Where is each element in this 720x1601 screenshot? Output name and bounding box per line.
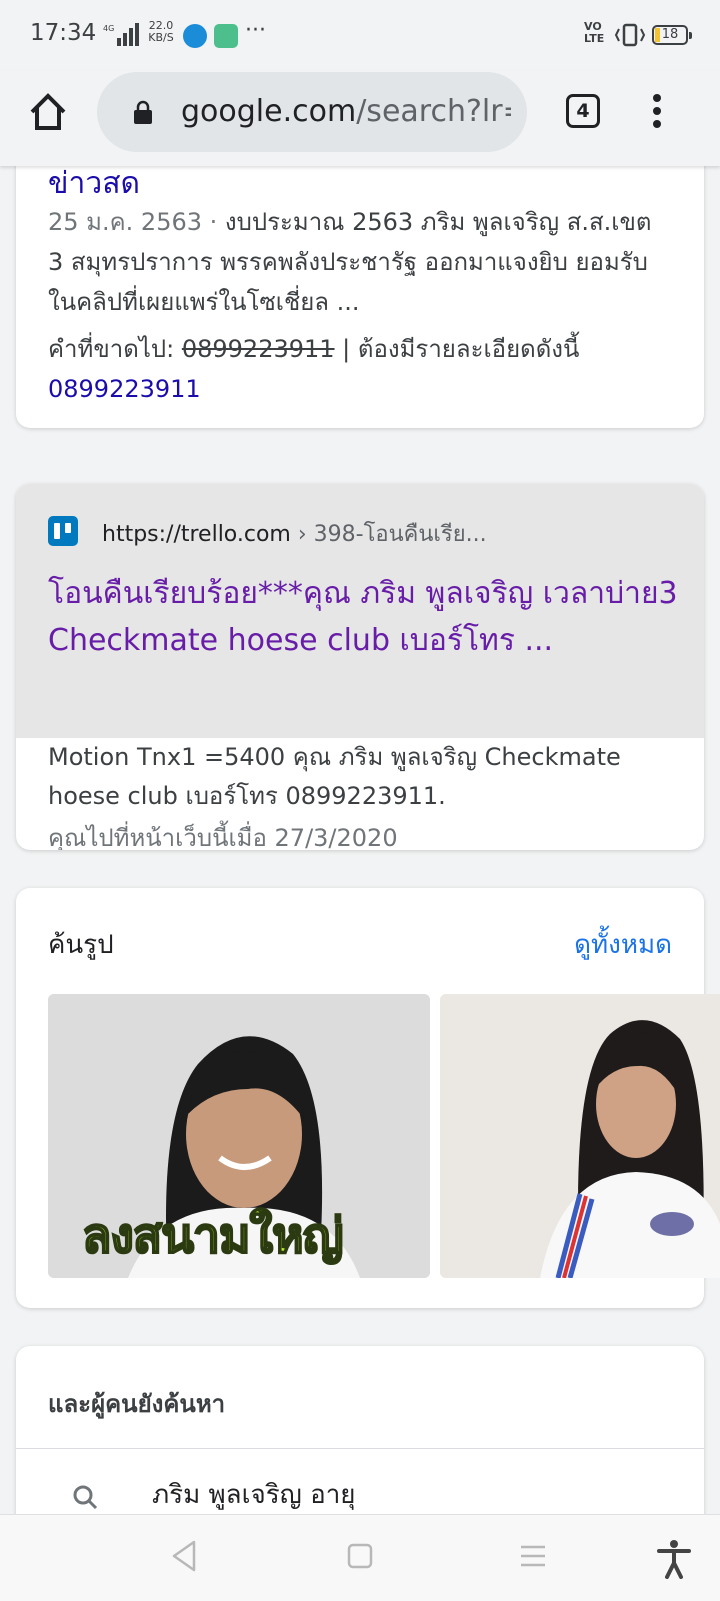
result-snippet: 25 ม.ค. 2563 · งบประมาณ 2563 ภริม พูลเจร…: [48, 202, 668, 322]
more-notifications-icon: ···: [245, 18, 266, 43]
image-overlay-text: ลงสนามใหญ่: [81, 1207, 345, 1265]
url-path: /search?lr=: [356, 94, 511, 129]
portrait-image: [440, 994, 720, 1278]
image-thumbnail[interactable]: [440, 994, 720, 1278]
divider: [16, 1448, 704, 1449]
images-heading: ค้นรูป: [48, 930, 114, 960]
phone-app-icon: [183, 24, 207, 48]
status-bar: 17:34 4G 22.0 KB/S ··· VO LTE 18: [0, 0, 720, 70]
missing-separator: |: [334, 335, 358, 363]
lock-icon: [134, 100, 152, 124]
speed-unit: KB/S: [148, 31, 174, 44]
home-icon[interactable]: [28, 90, 68, 134]
search-icon: [73, 1485, 98, 1510]
vibrate-icon: [614, 23, 646, 47]
people-also-search-card: และผู้คนยังค้นหา ภริม พูลเจริญ อายุ: [16, 1346, 704, 1514]
missing-term-struck: 0899223911: [181, 335, 335, 363]
system-navigation-bar: [0, 1514, 720, 1601]
result-snippet: Motion Tnx1 =5400 คุณ ภริม พูลเจริญ Chec…: [48, 743, 621, 810]
home-square-icon[interactable]: [346, 1539, 374, 1573]
volte-indicator: VO LTE: [584, 20, 605, 45]
result-card: https://trello.com › 398-โอนคืนเรีย... โ…: [16, 484, 704, 850]
notification-app-icon: [214, 24, 238, 48]
back-icon[interactable]: [170, 1539, 198, 1573]
must-include-label: ต้องมีรายละเอียดดังนี้: [357, 335, 580, 363]
signal-icon: 4G: [103, 23, 139, 46]
trello-icon: [48, 516, 78, 546]
address-bar[interactable]: google.com/search?lr=: [97, 72, 527, 152]
search-results: ข่าวสด 25 ม.ค. 2563 · งบประมาณ 2563 ภริม…: [0, 166, 720, 1514]
result-url: https://trello.com › 398-โอนคืนเรีย...: [102, 516, 487, 551]
image-thumbnail[interactable]: ลงสนามใหญ่: [48, 994, 430, 1278]
people-also-search-heading: และผู้คนยังค้นหา: [48, 1390, 226, 1418]
battery-level: 18: [661, 27, 679, 42]
result-date: 25 ม.ค. 2563: [48, 208, 203, 236]
see-all-images-link[interactable]: ดูทั้งหมด: [574, 924, 672, 965]
result-header-pressed[interactable]: https://trello.com › 398-โอนคืนเรีย... โ…: [16, 484, 704, 738]
battery-icon: 18: [652, 25, 692, 45]
date-separator: ·: [202, 208, 225, 236]
image-results-card: ค้นรูป ดูทั้งหมด ลงสนามใหญ่: [16, 888, 720, 1308]
menu-lines-icon[interactable]: [518, 1539, 548, 1573]
result-title-link[interactable]: ข่าวสด: [48, 166, 140, 207]
missing-label: คำที่ขาดไป:: [48, 335, 182, 363]
browser-toolbar: google.com/search?lr= 4: [0, 70, 720, 166]
related-search-item[interactable]: ภริม พูลเจริญ อายุ: [152, 1474, 356, 1514]
network-speed: 22.0 KB/S: [146, 20, 176, 44]
clock: 17:34: [30, 20, 97, 46]
tab-switcher-button[interactable]: 4: [566, 94, 600, 128]
url-host: google.com: [181, 94, 357, 129]
result-card: ข่าวสด 25 ม.ค. 2563 · งบประมาณ 2563 ภริม…: [16, 166, 704, 428]
accessibility-icon[interactable]: [656, 1539, 692, 1579]
result-breadcrumb: › 398-โอนคืนเรีย...: [290, 522, 487, 547]
visited-note: คุณไปที่หน้าเว็บนี้เมื่อ 27/3/2020: [48, 824, 398, 850]
must-include-link[interactable]: 0899223911: [48, 375, 201, 403]
result-site: https://trello.com: [102, 522, 291, 547]
overflow-menu-icon[interactable]: [652, 94, 662, 130]
result-title-link[interactable]: โอนคืนเรียบร้อย***คุณ ภริม พูลเจริญ เวลา…: [48, 570, 678, 664]
svg-text:4G: 4G: [103, 24, 114, 33]
url-text[interactable]: google.com/search?lr=: [181, 94, 511, 129]
missing-terms: คำที่ขาดไป: 0899223911 | ต้องมีรายละเอีย…: [48, 329, 678, 409]
